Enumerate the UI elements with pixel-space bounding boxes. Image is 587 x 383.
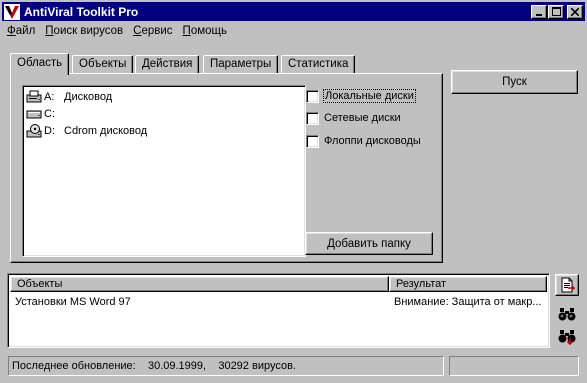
status-date: 30.09.1999, — [147, 360, 207, 372]
antiviral-logo-icon[interactable] — [4, 3, 20, 20]
local-disks-label: Локальные диски — [323, 89, 416, 103]
status-count: 30292 вирусов. — [218, 360, 296, 372]
menu-service-mnemonic: С — [133, 25, 142, 37]
menu-help-mnemonic: П — [182, 25, 191, 37]
close-button[interactable] — [567, 4, 583, 19]
window-title: AntiViral Toolkit Pro — [24, 4, 139, 19]
network-disks-option[interactable]: Сетевые диски — [306, 110, 401, 126]
status-bar-secondary — [449, 356, 579, 376]
report-button[interactable] — [555, 274, 579, 296]
tab-parameters[interactable]: Параметры — [203, 55, 279, 74]
result-status-cell[interactable]: Внимание: Защита от макр... — [394, 295, 547, 309]
drive-item-d[interactable]: D: Cdrom дисковод — [26, 123, 147, 139]
tab-statistics[interactable]: Статистика — [281, 55, 356, 74]
network-disks-checkbox[interactable] — [306, 111, 319, 125]
tab-actions-label: Действия — [142, 58, 193, 70]
scan-start-button[interactable]: Пуск — [451, 70, 578, 94]
floppy-drives-option[interactable]: Флоппи дисководы — [306, 133, 421, 149]
tab-area-label: Область — [17, 57, 63, 69]
tab-panel-area: A: Дисковод C: D: Cdrom дисковод Локальн… — [10, 73, 443, 263]
drive-letter: C: — [44, 108, 55, 120]
cdrom-drive-icon — [26, 124, 42, 138]
close-icon — [571, 7, 579, 16]
column-header-result[interactable]: Результат — [389, 276, 547, 292]
floppy-drive-icon — [26, 90, 42, 103]
tab-objects-label: Объекты — [79, 58, 127, 70]
local-disks-checkbox[interactable] — [306, 89, 319, 103]
column-header-result-label: Результат — [396, 278, 447, 290]
main-window: AntiViral Toolkit Pro Файл Поиск вирусов… — [0, 0, 587, 383]
local-disks-option[interactable]: Локальные диски — [306, 88, 416, 104]
column-header-objects-label: Объекты — [17, 278, 63, 290]
maximize-icon — [551, 7, 561, 16]
floppy-drives-label: Флоппи дисководы — [324, 135, 421, 147]
drive-label: Cdrom дисковод — [64, 125, 148, 137]
find-button[interactable] — [555, 303, 579, 325]
menu-scan-mnemonic: П — [45, 25, 54, 37]
add-folder-button[interactable]: Добавить папку — [305, 232, 433, 255]
find-next-button[interactable] — [555, 326, 579, 348]
find-icon — [558, 308, 576, 321]
scan-start-label: Пуск — [502, 76, 527, 88]
status-bar-main: Последнее обновление: 30.09.1999, 30292 … — [8, 356, 444, 376]
tab-objects[interactable]: Объекты — [72, 55, 134, 74]
minimize-button[interactable] — [531, 4, 547, 19]
menu-scan[interactable]: Поиск вирусов — [40, 25, 128, 37]
add-folder-label: Добавить папку — [327, 237, 411, 250]
maximize-button[interactable] — [548, 4, 564, 19]
drive-item-a[interactable]: A: Дисковод — [26, 89, 112, 105]
menu-file-mnemonic: Ф — [7, 25, 16, 37]
drive-item-c[interactable]: C: — [26, 106, 64, 122]
network-disks-label: Сетевые диски — [324, 112, 401, 124]
report-icon — [561, 277, 575, 293]
minimize-icon — [536, 13, 542, 16]
result-object-cell[interactable]: Установки MS Word 97 — [15, 295, 385, 309]
menu-file[interactable]: Файл — [2, 25, 40, 37]
tab-actions[interactable]: Действия — [135, 55, 200, 74]
floppy-drives-checkbox[interactable] — [306, 134, 319, 148]
menu-help[interactable]: Помощь — [178, 25, 232, 37]
results-list[interactable]: Объекты Результат Установки MS Word 97 В… — [7, 273, 550, 348]
drive-list[interactable]: A: Дисковод C: D: Cdrom дисковод — [22, 85, 306, 257]
find-next-icon — [558, 330, 576, 345]
menu-bar: Файл Поиск вирусов Сервис Помощь — [2, 22, 232, 40]
tab-statistics-label: Статистика — [288, 58, 349, 70]
tab-area[interactable]: Область — [10, 53, 70, 75]
title-bar[interactable]: AntiViral Toolkit Pro — [2, 2, 585, 21]
status-label: Последнее обновление: — [12, 360, 136, 372]
drive-letter: D: — [44, 125, 55, 137]
drive-label: Дисковод — [64, 91, 113, 103]
column-header-objects[interactable]: Объекты — [10, 276, 389, 292]
hard-drive-icon — [26, 110, 42, 119]
drive-letter: A: — [44, 91, 55, 103]
tab-parameters-label: Параметры — [210, 58, 272, 70]
menu-service[interactable]: Сервис — [128, 25, 177, 37]
